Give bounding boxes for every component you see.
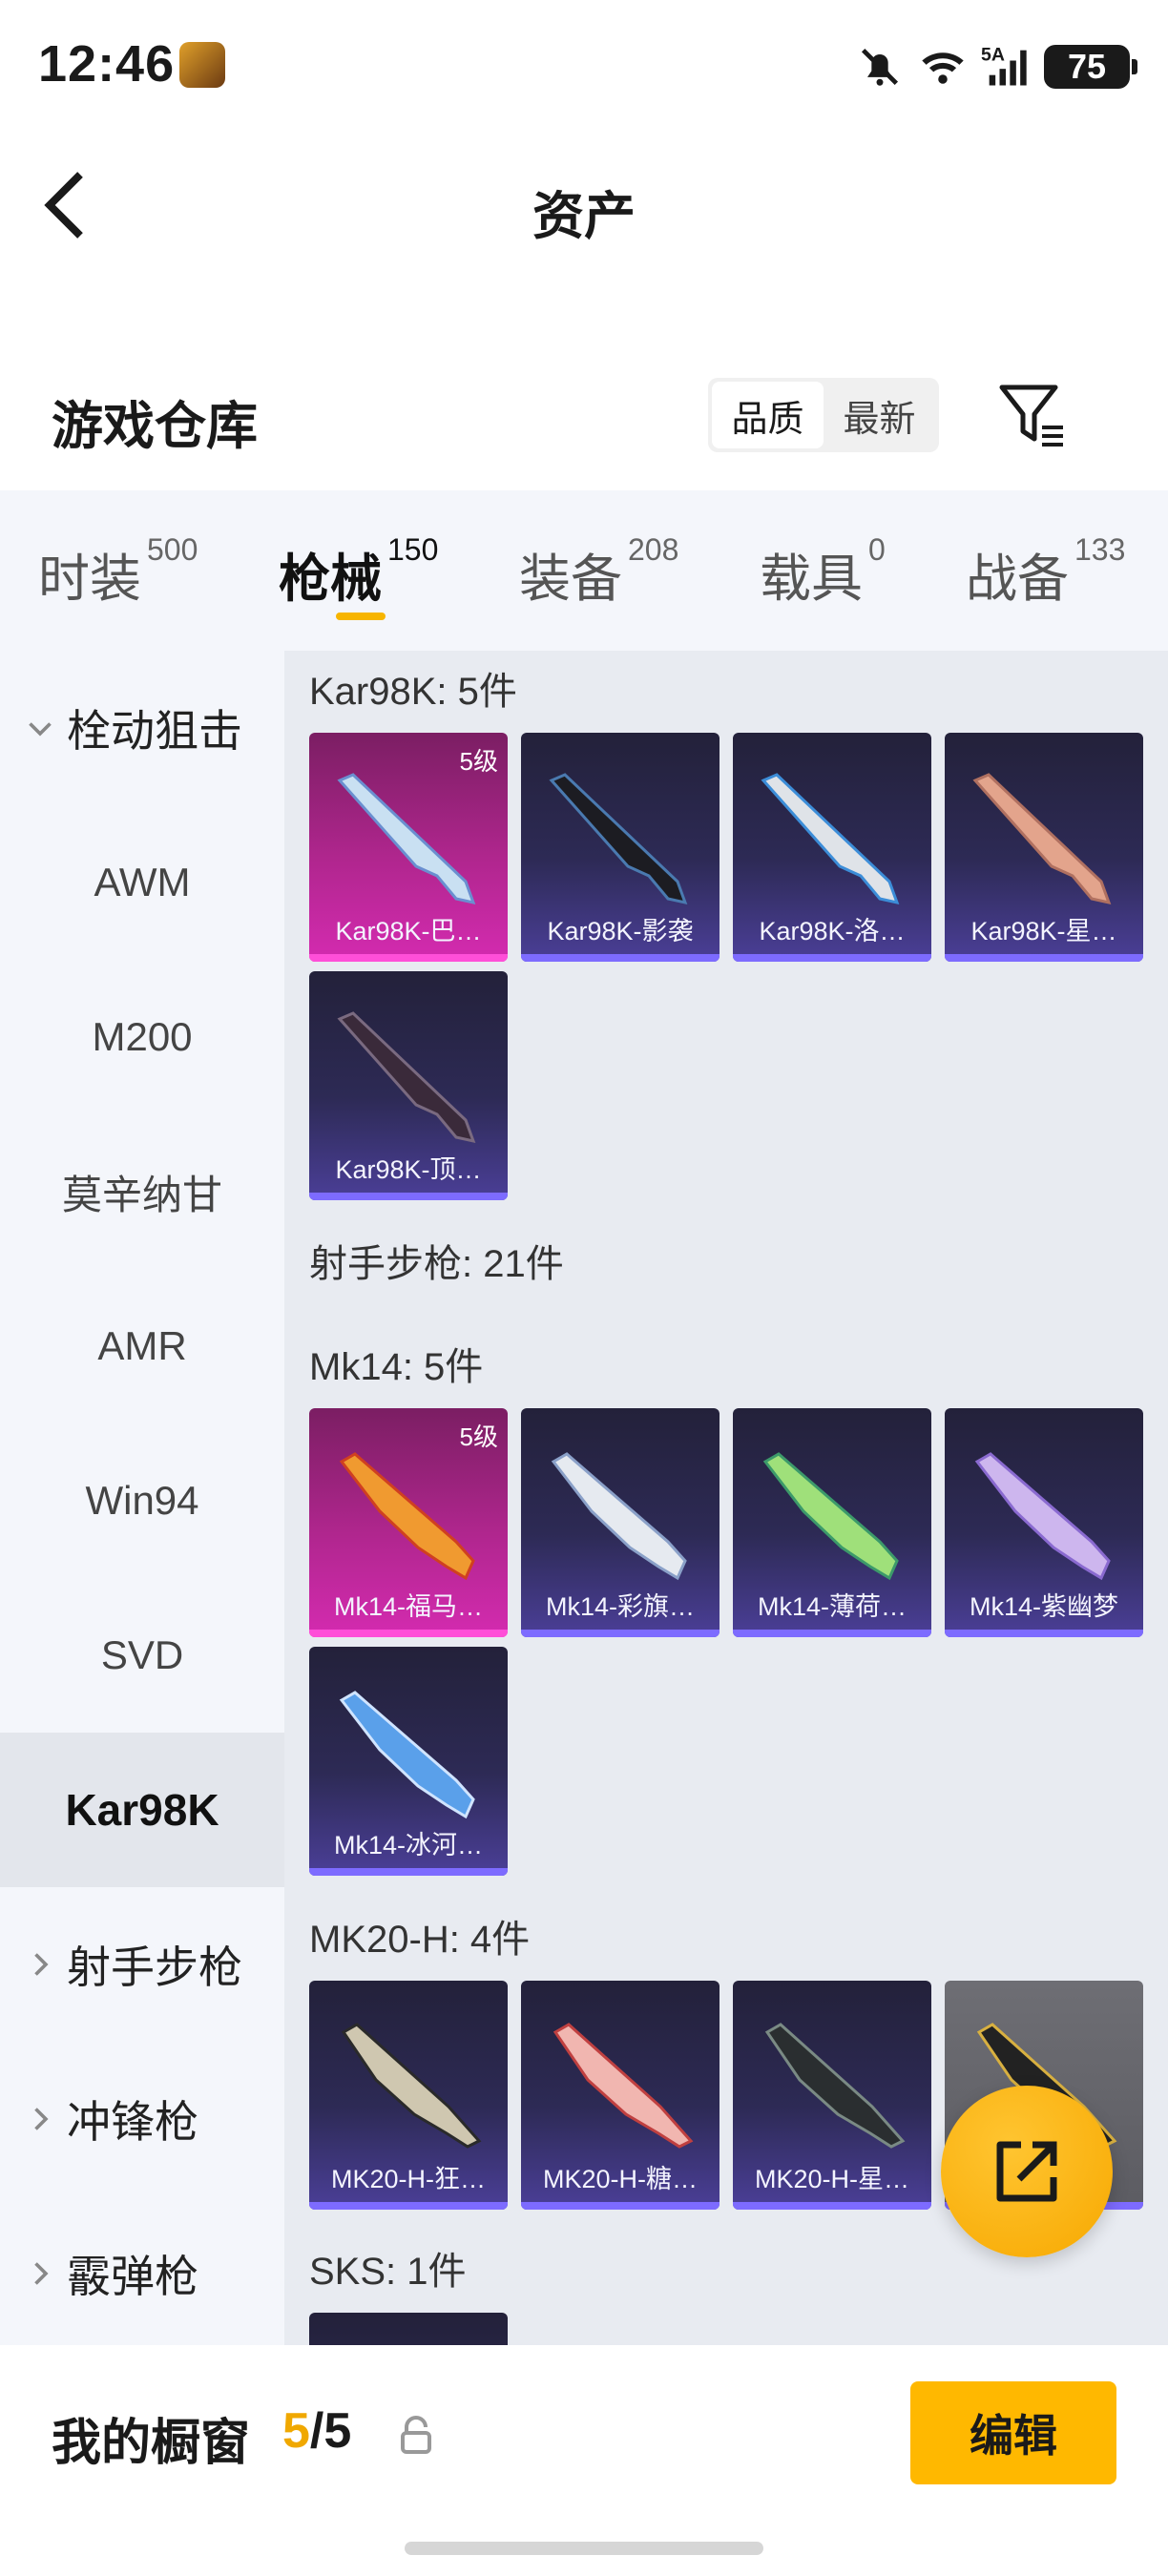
sidebar-item-svd[interactable]: SVD [0,1578,284,1733]
rifle-icon [762,1452,899,1581]
warehouse-title: 游戏仓库 [52,398,258,455]
clock: 12:46 [38,35,176,93]
sidebar-item-mosin[interactable]: 莫辛纳甘 [0,1114,284,1269]
tab-vehicles[interactable]: 载具0 [760,532,886,612]
sidebar-group-dmr[interactable]: 射手步枪 [0,1887,284,2042]
rifle-icon [553,2023,694,2149]
weapon-card[interactable]: Kar98K-顶… [309,971,508,1200]
chevron-down-icon [29,722,52,737]
weapon-card[interactable]: Mk14-紫幽梦 [945,1408,1143,1637]
tab-fashion[interactable]: 时装500 [38,532,198,612]
sort-toggle: 品质 最新 [708,378,939,452]
section-header-kar98k: Kar98K: 5件 [309,671,517,713]
rifle-icon [764,2023,906,2149]
section-header-mk14: Mk14: 5件 [309,1346,484,1388]
rifle-icon [761,773,900,905]
rifle-icon [551,1452,687,1581]
chevron-right-icon [34,1953,49,1976]
rifle-icon [337,1011,476,1144]
tab-weapons[interactable]: 枪械150 [279,532,438,612]
weapon-card[interactable]: 5级 Mk14-福马… [309,1408,508,1637]
weapon-card[interactable]: Mk14-薄荷… [733,1408,931,1637]
sidebar-item-amr[interactable]: AMR [0,1269,284,1423]
svg-text:5A: 5A [981,45,1005,66]
rifle-icon [339,1452,475,1581]
showcase-label: 我的橱窗 [52,2416,251,2471]
share-button[interactable] [941,2086,1113,2257]
rifle-icon [341,2023,482,2149]
signal-icon: 5A [981,45,1027,86]
rifle-icon [549,773,688,905]
weapon-card[interactable]: Kar98K-影袭 [521,733,720,962]
share-icon [996,2141,1057,2202]
weapon-card[interactable]: Mk14-彩旗… [521,1408,720,1637]
status-icons: 5A 75 [855,40,1137,93]
page-title: 资产 [532,188,636,245]
game-app-icon [179,42,225,88]
sidebar-group-bolt-action[interactable]: 栓动狙击 [0,651,284,805]
weapon-card[interactable] [309,2313,508,2345]
sidebar-item-win94[interactable]: Win94 [0,1423,284,1578]
rifle-icon [972,773,1112,905]
sidebar-item-awm[interactable]: AWM [0,805,284,960]
chevron-right-icon [34,2108,49,2130]
rifle-icon [974,1452,1111,1581]
edit-button[interactable]: 编辑 [910,2381,1116,2484]
home-indicator[interactable] [405,2542,763,2555]
rifle-icon [339,1691,475,1819]
section-header-mk20h: MK20-H: 4件 [309,1919,531,1961]
weapon-card[interactable]: MK20-H-狂… [309,1981,508,2210]
tab-supplies[interactable]: 战备133 [966,532,1125,612]
sort-quality-button[interactable]: 品质 [712,382,824,448]
sort-newest-button[interactable]: 最新 [824,382,935,448]
wifi-icon [922,52,964,84]
section-header-sks: SKS: 1件 [309,2251,467,2293]
battery-indicator: 75 [1044,45,1137,89]
sidebar-item-m200[interactable]: M200 [0,960,284,1114]
filter-icon [999,384,1063,447]
weapon-card[interactable]: Mk14-冰河… [309,1647,508,1876]
sidebar-group-smg[interactable]: 冲锋枪 [0,2042,284,2196]
showcase-bar: 我的橱窗 5/5 编辑 [0,2345,1168,2576]
weapon-card[interactable]: MK20-H-星… [733,1981,931,2210]
weapon-card[interactable]: MK20-H-糖… [521,1981,720,2210]
sidebar-group-shotgun[interactable]: 霰弹枪 [0,2196,284,2351]
active-tab-indicator [336,613,386,620]
filter-button[interactable] [996,380,1069,452]
mute-bell-icon [861,48,899,86]
status-bar: 12:46 5A 75 [0,0,1168,134]
section-header-dmr: 射手步枪: 21件 [309,1243,564,1285]
weapon-card[interactable]: Kar98K-星… [945,733,1143,962]
showcase-count: 5/5 [282,2403,352,2459]
tab-equipment[interactable]: 装备208 [519,532,678,612]
weapon-card[interactable]: Kar98K-洛… [733,733,931,962]
category-tabs: 时装500 枪械150 装备208 载具0 战备133 [0,490,1168,651]
rifle-icon [337,773,476,905]
lock-icon [401,2416,431,2454]
weapon-card[interactable]: 5级 Kar98K-巴… [309,733,508,962]
sidebar-item-kar98k[interactable]: Kar98K [0,1733,284,1887]
chevron-right-icon [34,2262,49,2285]
weapon-type-sidebar: 栓动狙击 AWM M200 莫辛纳甘 AMR Win94 SVD Kar98K … [0,651,284,2345]
